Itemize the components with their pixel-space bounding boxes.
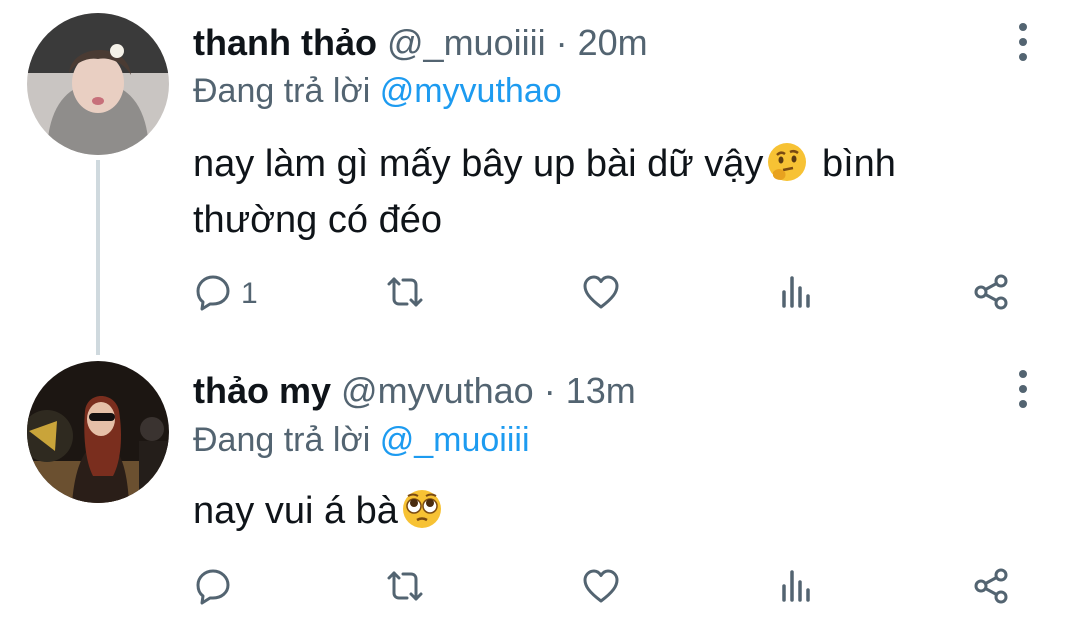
share-button[interactable] xyxy=(971,272,1011,316)
tweet-header: thanh thảo @_muoiiii · 20m xyxy=(193,21,648,65)
avatar[interactable] xyxy=(27,13,169,155)
tweet-text-part: nay làm gì mấy bây up bài dữ vậy xyxy=(193,143,764,185)
like-icon xyxy=(581,566,621,611)
tweet-text: nay làm gì mấy bây up bài dữ vậy bình th… xyxy=(193,136,973,248)
views-button[interactable] xyxy=(776,566,816,610)
separator-dot: · xyxy=(543,370,556,411)
replying-to-mention[interactable]: @_muoiiii xyxy=(380,421,530,459)
share-button[interactable] xyxy=(971,566,1011,610)
author-name[interactable]: thanh thảo xyxy=(193,22,377,63)
reply-count: 1 xyxy=(241,277,258,310)
share-icon xyxy=(971,566,1011,611)
tweet-text-part: nay vui á bà xyxy=(193,490,398,532)
reply-icon xyxy=(193,272,233,317)
tweet-text: nay vui á bà xyxy=(193,483,973,539)
more-icon[interactable] xyxy=(1008,20,1038,64)
tweet[interactable]: thảo my @myvuthao · 13m Đang trả lời @_m… xyxy=(0,345,1080,621)
author-name[interactable]: thảo my xyxy=(193,370,331,411)
more-icon[interactable] xyxy=(1008,367,1038,411)
reply-button[interactable] xyxy=(193,566,241,610)
replying-to: Đang trả lời @myvuthao xyxy=(193,70,562,112)
timestamp[interactable]: 13m xyxy=(566,370,636,411)
thread-line xyxy=(96,160,100,355)
replying-to-mention[interactable]: @myvuthao xyxy=(380,72,562,110)
timestamp[interactable]: 20m xyxy=(578,22,648,63)
retweet-icon xyxy=(385,272,425,317)
share-icon xyxy=(971,272,1011,317)
retweet-button[interactable] xyxy=(385,566,425,610)
retweet-button[interactable] xyxy=(385,272,425,316)
views-icon xyxy=(776,272,816,317)
avatar[interactable] xyxy=(27,361,169,503)
separator-dot: · xyxy=(555,22,568,63)
like-icon xyxy=(581,272,621,317)
replying-to-label: Đang trả lời xyxy=(193,421,371,459)
author-handle[interactable]: @_muoiiii xyxy=(387,22,546,63)
thinking-face-emoji xyxy=(765,140,809,184)
reply-button[interactable]: 1 xyxy=(193,272,258,316)
retweet-icon xyxy=(385,566,425,611)
tweet-actions: 1 xyxy=(193,272,1023,316)
reply-icon xyxy=(193,566,233,611)
views-button[interactable] xyxy=(776,272,816,316)
pleading-eyes-emoji xyxy=(400,487,444,531)
tweet[interactable]: thanh thảo @_muoiiii · 20m Đang trả lời … xyxy=(0,0,1080,355)
author-handle[interactable]: @myvuthao xyxy=(341,370,534,411)
replying-to-label: Đang trả lời xyxy=(193,72,371,110)
tweet-actions xyxy=(193,566,1023,610)
like-button[interactable] xyxy=(581,272,621,316)
replying-to: Đang trả lời @_muoiiii xyxy=(193,419,530,461)
like-button[interactable] xyxy=(581,566,621,610)
tweet-header: thảo my @myvuthao · 13m xyxy=(193,369,636,413)
views-icon xyxy=(776,566,816,611)
